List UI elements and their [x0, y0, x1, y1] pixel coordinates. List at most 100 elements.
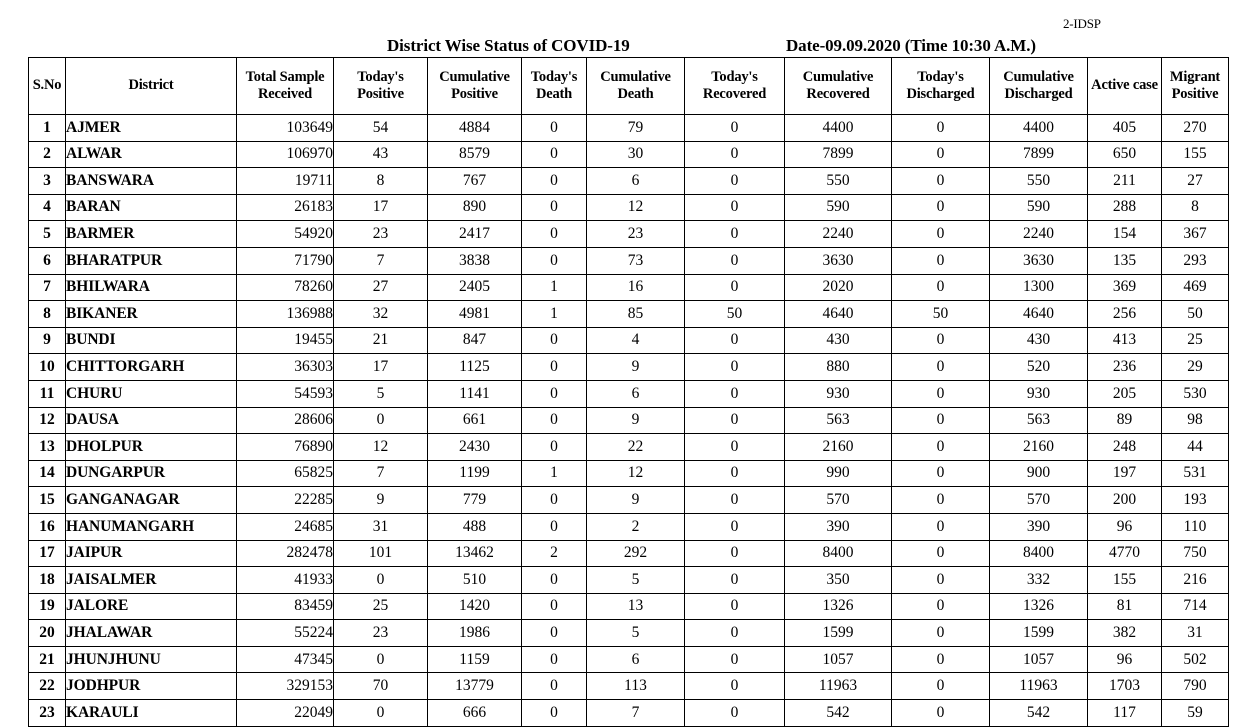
cell-migrant-positive: 714: [1161, 592, 1229, 621]
cell-active-case: 650: [1087, 140, 1162, 169]
cell-district: BARMER: [65, 220, 237, 248]
cell-todays-positive: 54: [333, 114, 428, 142]
cell-sno: 6: [28, 246, 66, 275]
cell-todays-discharged: 0: [891, 140, 990, 169]
cell-cumulative-death: 22: [586, 433, 685, 461]
cell-todays-recovered: 0: [684, 193, 785, 222]
cell-cumulative-discharged: 1599: [989, 619, 1088, 647]
report-date: Date-09.09.2020 (Time 10:30 A.M.): [786, 36, 1036, 55]
cell-cumulative-recovered: 2240: [784, 220, 892, 248]
cell-todays-death: 1: [521, 273, 587, 302]
cell-cumulative-recovered: 8400: [784, 539, 892, 568]
cell-todays-discharged: 0: [891, 592, 990, 621]
table-row: 22 JODHPUR 329153 70 13779 0 113 0 11963 0 11963 17…: [28, 672, 1229, 701]
column-header-active-case: Active case: [1087, 57, 1162, 115]
cell-todays-recovered: 0: [684, 167, 785, 195]
cell-active-case: 405: [1087, 114, 1162, 142]
cell-cumulative-positive: 4981: [427, 300, 522, 328]
cell-total-sample-received: 28606: [236, 406, 334, 435]
column-header-line: Cumulative: [600, 68, 671, 85]
table-body: 1 AJMER 103649 54 4884 0 79 0 4400 0 4400 405 270 2 AL…: [28, 114, 1229, 727]
table-row: 15 GANGANAGAR 22285 9 779 0 9 0 570 0 570 200 193: [28, 486, 1229, 514]
cell-total-sample-received: 22049: [236, 699, 334, 727]
cell-cumulative-death: 113: [586, 672, 685, 701]
cell-todays-positive: 25: [333, 592, 428, 621]
cell-total-sample-received: 65825: [236, 459, 334, 488]
title-row: District Wise Status of COVID-19 Date-09…: [0, 36, 1250, 58]
cell-todays-positive: 27: [333, 273, 428, 302]
cell-district: JALORE: [65, 592, 237, 621]
cell-todays-discharged: 0: [891, 699, 990, 727]
cell-cumulative-death: 292: [586, 539, 685, 568]
cell-todays-positive: 7: [333, 459, 428, 488]
column-header-migrant-positive: Migrant Positive: [1161, 57, 1229, 115]
cell-todays-discharged: 0: [891, 512, 990, 541]
cell-district: BUNDI: [65, 326, 237, 355]
cell-district: ALWAR: [65, 140, 237, 169]
cell-cumulative-positive: 4884: [427, 114, 522, 142]
cell-todays-death: 0: [521, 353, 587, 381]
table-row: 8 BIKANER 136988 32 4981 1 85 50 4640 50 4640 256 50: [28, 300, 1229, 328]
cell-migrant-positive: 59: [1161, 699, 1229, 727]
cell-active-case: 96: [1087, 512, 1162, 541]
cell-todays-discharged: 0: [891, 193, 990, 222]
cell-cumulative-recovered: 990: [784, 459, 892, 488]
cell-todays-death: 0: [521, 672, 587, 701]
cell-todays-death: 0: [521, 433, 587, 461]
cell-total-sample-received: 19455: [236, 326, 334, 355]
cell-migrant-positive: 27: [1161, 167, 1229, 195]
cell-migrant-positive: 531: [1161, 459, 1229, 488]
cell-migrant-positive: 750: [1161, 539, 1229, 568]
cell-todays-discharged: 0: [891, 672, 990, 701]
cell-todays-recovered: 0: [684, 512, 785, 541]
cell-todays-positive: 8: [333, 167, 428, 195]
cell-migrant-positive: 110: [1161, 512, 1229, 541]
cell-cumulative-death: 7: [586, 699, 685, 727]
table-row: 9 BUNDI 19455 21 847 0 4 0 430 0 430 413 25: [28, 326, 1229, 355]
cell-active-case: 4770: [1087, 539, 1162, 568]
cell-cumulative-discharged: 390: [989, 512, 1088, 541]
cell-todays-recovered: 0: [684, 273, 785, 302]
column-header-line: Death: [617, 86, 654, 102]
cell-todays-discharged: 0: [891, 273, 990, 302]
cell-todays-recovered: 0: [684, 379, 785, 408]
cell-todays-death: 0: [521, 566, 587, 594]
cell-cumulative-discharged: 11963: [989, 672, 1088, 701]
cell-active-case: 96: [1087, 645, 1162, 674]
column-header-line: Death: [535, 86, 573, 102]
cell-todays-discharged: 0: [891, 539, 990, 568]
cell-cumulative-recovered: 550: [784, 167, 892, 195]
cell-cumulative-recovered: 880: [784, 353, 892, 381]
cell-todays-recovered: 0: [684, 619, 785, 647]
cell-todays-positive: 7: [333, 246, 428, 275]
cell-migrant-positive: 98: [1161, 406, 1229, 435]
cell-cumulative-positive: 1159: [427, 645, 522, 674]
cell-todays-recovered: 0: [684, 220, 785, 248]
cell-active-case: 154: [1087, 220, 1162, 248]
cell-todays-death: 2: [521, 539, 587, 568]
cell-cumulative-recovered: 563: [784, 406, 892, 435]
column-header-line: Today's: [711, 68, 758, 85]
column-header-total-sample-received: Total Sample Received: [236, 57, 334, 115]
cell-todays-death: 0: [521, 326, 587, 355]
column-header-line: Today's: [357, 68, 404, 85]
cell-cumulative-death: 6: [586, 379, 685, 408]
column-header-line: Migrant: [1169, 68, 1221, 85]
cell-todays-death: 1: [521, 300, 587, 328]
cell-sno: 4: [28, 193, 66, 222]
cell-todays-recovered: 0: [684, 433, 785, 461]
cell-district: CHURU: [65, 379, 237, 408]
cell-cumulative-death: 12: [586, 193, 685, 222]
cell-cumulative-recovered: 11963: [784, 672, 892, 701]
cell-cumulative-discharged: 1057: [989, 645, 1088, 674]
cell-cumulative-death: 16: [586, 273, 685, 302]
cell-todays-discharged: 0: [891, 486, 990, 514]
column-header-line: Active case: [1091, 77, 1158, 94]
cell-cumulative-positive: 666: [427, 699, 522, 727]
cell-sno: 12: [28, 406, 66, 435]
table-row: 1 AJMER 103649 54 4884 0 79 0 4400 0 4400 405 270: [28, 114, 1229, 142]
cell-cumulative-recovered: 1599: [784, 619, 892, 647]
cell-todays-discharged: 0: [891, 114, 990, 142]
table-row: 7 BHILWARA 78260 27 2405 1 16 0 2020 0 1300 369 469: [28, 273, 1229, 302]
cell-todays-discharged: 0: [891, 220, 990, 248]
